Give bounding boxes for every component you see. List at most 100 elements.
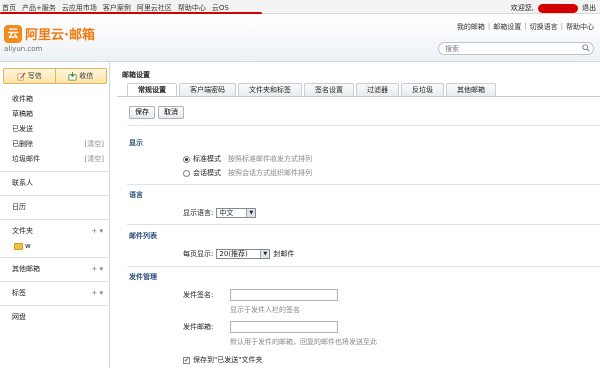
tab-signature[interactable]: 签名设置: [304, 83, 354, 96]
sidebar-item-label: 草稿箱: [12, 110, 33, 118]
save-sent-label: 保存到"已发送"文件夹: [193, 356, 263, 364]
divider: [0, 305, 109, 306]
folder-list: 收件箱 草稿箱 已发送 已删除 [清空] 垃圾邮件 [清空] 联系人 日历 文件…: [0, 92, 109, 325]
sidebar-item-netdisk[interactable]: 网盘: [0, 310, 109, 325]
conversation-mode-radio[interactable]: [183, 169, 190, 177]
save-button[interactable]: 保存: [129, 106, 155, 119]
conversation-mode-option[interactable]: 会话模式 按照会话方式组织邮件排列: [183, 168, 312, 178]
sidebar-item-sent[interactable]: 已发送: [0, 122, 109, 137]
cancel-button[interactable]: 取消: [158, 106, 184, 119]
tab-other-mailbox[interactable]: 其他邮箱: [446, 83, 496, 96]
display-section-title: 显示: [129, 139, 143, 147]
tags-add-menu[interactable]: + ▾: [91, 286, 103, 301]
receive-mail-icon: [68, 71, 77, 80]
folder-icon: [14, 242, 23, 250]
compose-button[interactable]: 写信: [4, 69, 55, 83]
other-mail-add-menu[interactable]: + ▾: [91, 262, 103, 277]
sender-name-input[interactable]: [230, 289, 338, 301]
sender-email-input[interactable]: [230, 321, 338, 333]
sidebar-group-label: 标签: [12, 289, 26, 297]
per-page-suffix: 封邮件: [273, 250, 295, 258]
dropdown-arrow-icon: ▼: [246, 209, 256, 217]
per-page-value: 20(推荐): [219, 250, 248, 258]
divider: [0, 195, 109, 196]
sidebar-item-drafts[interactable]: 草稿箱: [0, 107, 109, 122]
sender-email-hint: 默认用于发件的邮箱，回复的邮件也将发送至此: [230, 338, 377, 346]
settings-tabs: 常规设置 客户端密码 文件夹和标签 签名设置 过滤器 反垃圾 其他邮箱: [127, 83, 496, 96]
divider: [127, 184, 600, 185]
sidebar-item-folder-w[interactable]: w: [0, 239, 109, 253]
standard-mode-desc: 按照标准邮件收发方式排列: [228, 155, 312, 163]
redacted-username: [538, 3, 578, 13]
search-input[interactable]: [438, 42, 594, 55]
divider: |: [560, 22, 563, 30]
standard-mode-label: 标准模式: [193, 155, 221, 163]
language-value: 中文: [219, 209, 234, 217]
folder-add-menu[interactable]: + ▾: [91, 224, 103, 239]
sidebar-group-label: 其他邮箱: [12, 265, 40, 273]
dropdown-arrow-icon: ▼: [260, 250, 270, 258]
tab-folders-tags[interactable]: 文件夹和标签: [238, 83, 302, 96]
standard-mode-radio[interactable]: [183, 155, 190, 163]
logout-link[interactable]: 退出: [582, 3, 596, 13]
save-sent-checkbox[interactable]: ✔: [183, 356, 190, 364]
header-links: 我的邮箱 | 邮箱设置 | 切换语言 | 帮助中心: [457, 22, 594, 32]
language-select[interactable]: 中文 ▼: [216, 208, 257, 218]
conversation-mode-desc: 按照会话方式组织邮件排列: [228, 169, 312, 177]
sender-name-label: 发件签名:: [183, 291, 214, 299]
sidebar-item-label: 联系人: [12, 179, 33, 187]
sidebar-group-tags[interactable]: 标签 + ▾: [0, 286, 109, 301]
sidebar-item-label: 已删除: [12, 140, 33, 148]
user-area: 欢迎您, 退出: [511, 3, 596, 13]
clear-deleted-link[interactable]: [清空]: [85, 137, 104, 152]
sidebar-item-label: 垃圾邮件: [12, 155, 40, 163]
mailbox-settings-link[interactable]: 邮箱设置: [493, 22, 521, 32]
compose-label: 写信: [27, 72, 42, 80]
standard-mode-option[interactable]: 标准模式 按照标准邮件收发方式排列: [183, 154, 312, 164]
save-sent-option[interactable]: ✔ 保存到"已发送"文件夹: [183, 355, 262, 365]
language-row: 显示语言: 中文 ▼: [183, 208, 257, 218]
tab-divider: [117, 96, 600, 97]
sending-section-title: 发件管理: [129, 273, 157, 281]
help-center-link[interactable]: 帮助中心: [566, 22, 594, 32]
search-icon[interactable]: [582, 44, 590, 52]
sidebar-item-inbox[interactable]: 收件箱: [0, 92, 109, 107]
logo[interactable]: 云 阿里云·邮箱: [4, 24, 95, 43]
sidebar-item-deleted[interactable]: 已删除 [清空]: [0, 137, 109, 152]
sidebar-item-label: w: [25, 242, 31, 250]
welcome-text: 欢迎您,: [510, 4, 534, 12]
sender-name-row: 发件签名:: [183, 289, 338, 301]
receive-button[interactable]: 收信: [54, 69, 107, 83]
my-mailbox-link[interactable]: 我的邮箱: [457, 22, 485, 32]
sidebar-item-label: 已发送: [12, 125, 33, 133]
sidebar-item-contacts[interactable]: 联系人: [0, 176, 109, 191]
sidebar-group-folders[interactable]: 文件夹 + ▾: [0, 224, 109, 239]
divider: |: [487, 22, 491, 30]
divider: [0, 219, 109, 220]
sender-email-row: 发件邮箱:: [183, 321, 338, 333]
mail-list-section-title: 邮件列表: [129, 232, 157, 240]
clear-spam-link[interactable]: [清空]: [85, 152, 104, 167]
sidebar-item-spam[interactable]: 垃圾邮件 [清空]: [0, 152, 109, 167]
tab-general[interactable]: 常规设置: [127, 83, 177, 96]
sender-email-label: 发件邮箱:: [183, 323, 214, 331]
logo-domain: aliyun.com: [4, 45, 43, 53]
divider: |: [524, 22, 527, 30]
sidebar-group-other-mail[interactable]: 其他邮箱 + ▾: [0, 262, 109, 277]
compose-bar: 写信 收信: [3, 68, 107, 84]
divider: [127, 125, 600, 126]
tab-client-password[interactable]: 客户端密码: [179, 83, 236, 96]
receive-label: 收信: [79, 72, 94, 80]
tab-filters[interactable]: 过滤器: [356, 83, 399, 96]
divider: [0, 257, 109, 258]
divider: [0, 281, 109, 282]
sidebar-item-label: 日历: [12, 203, 26, 211]
sidebar-item-calendar[interactable]: 日历: [0, 200, 109, 215]
sidebar-group-label: 文件夹: [12, 227, 33, 235]
logo-text: 阿里云·邮箱: [25, 28, 95, 43]
tab-antispam[interactable]: 反垃圾: [401, 83, 444, 96]
switch-language-link[interactable]: 切换语言: [530, 22, 558, 32]
divider: [127, 224, 600, 225]
per-page-select[interactable]: 20(推荐) ▼: [216, 249, 271, 259]
sidebar-item-label: 收件箱: [12, 95, 33, 103]
